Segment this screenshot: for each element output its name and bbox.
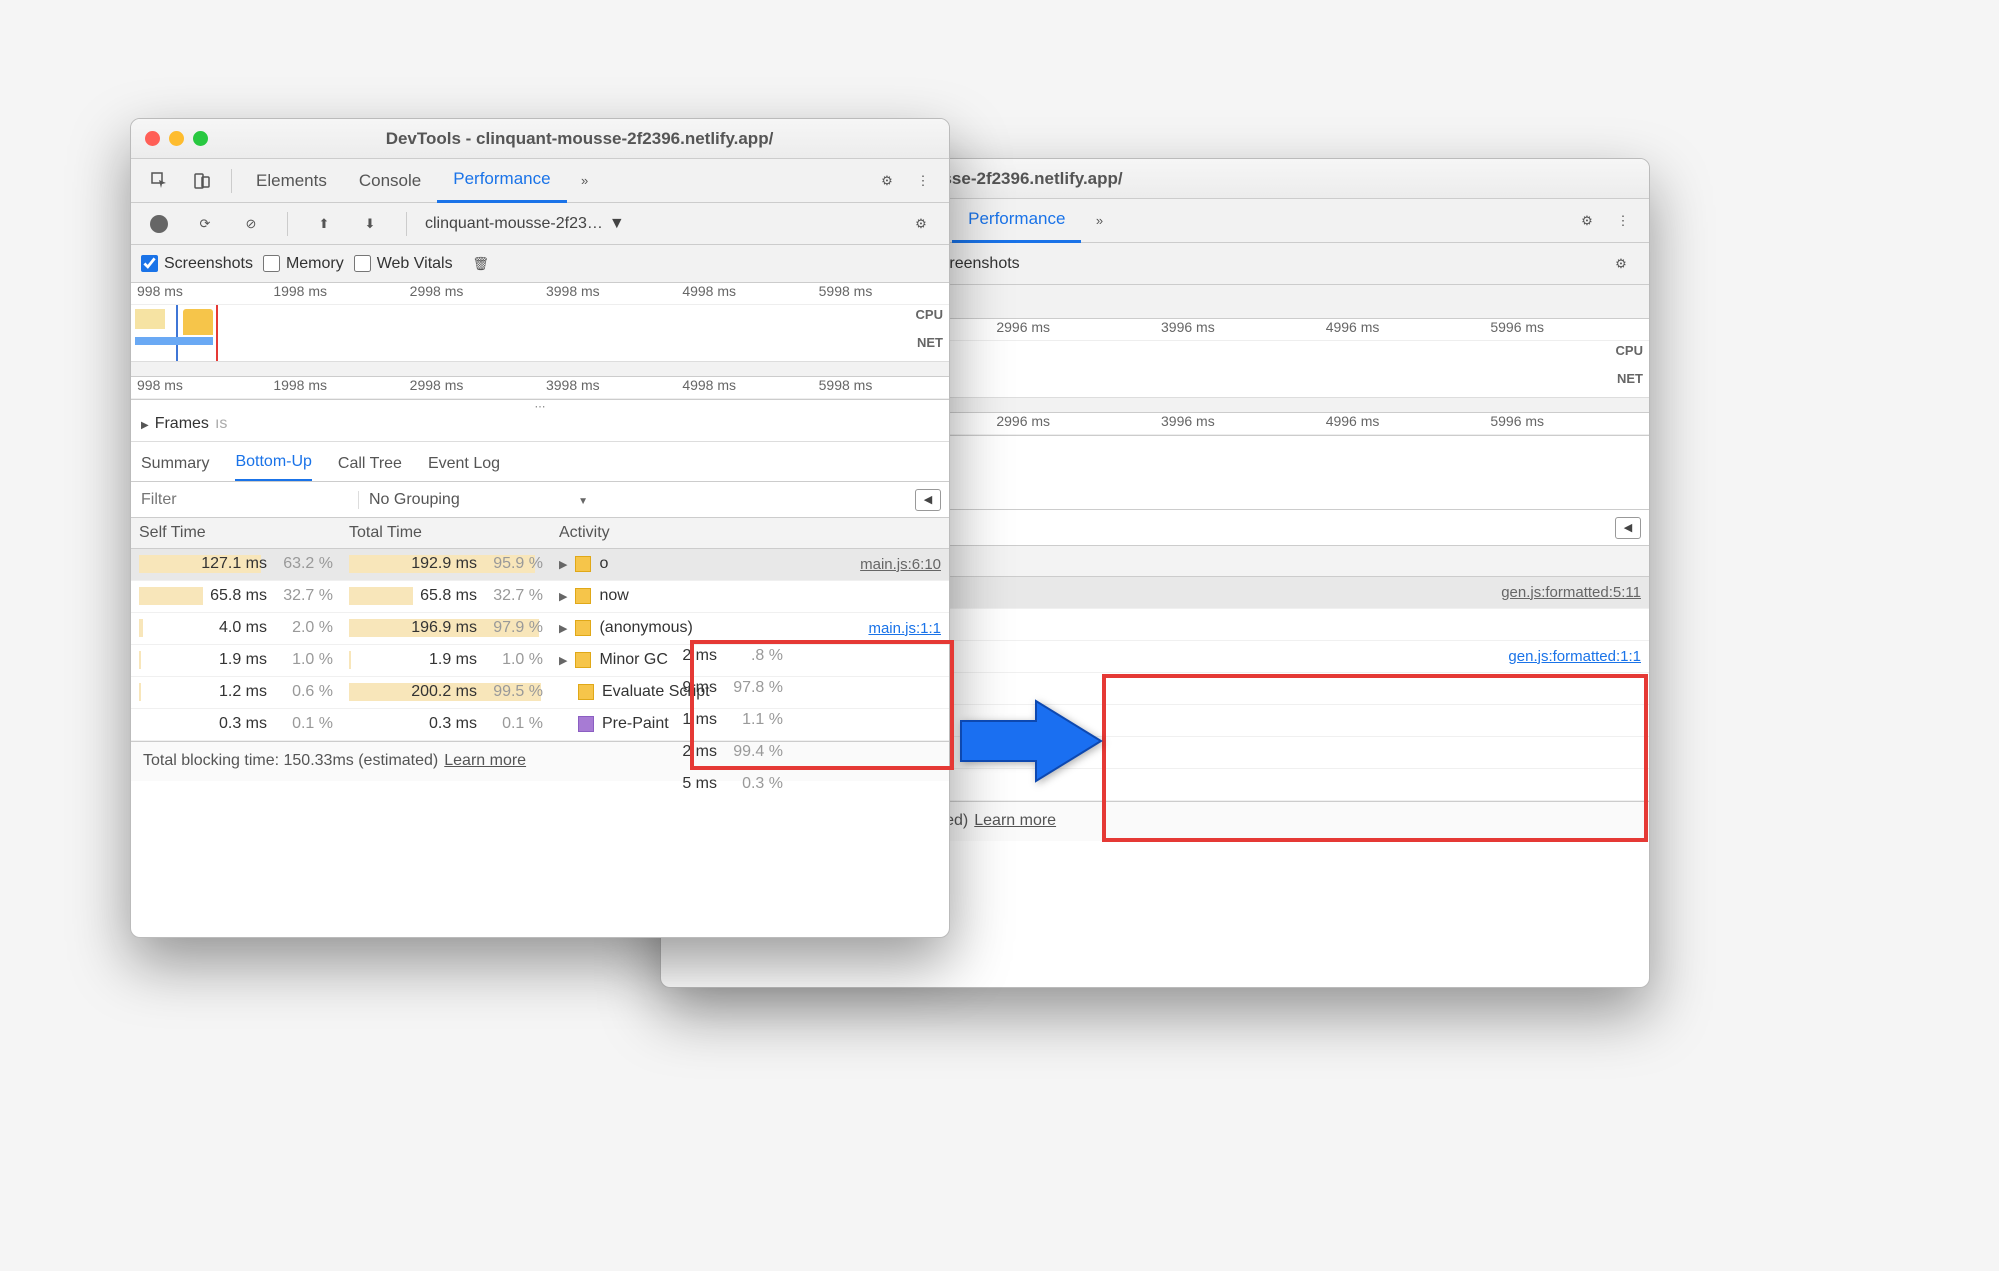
timeline-tick: 998 ms xyxy=(131,377,267,398)
subtab-eventlog[interactable]: Event Log xyxy=(428,455,500,481)
col-total-time[interactable]: Total Time xyxy=(341,518,551,548)
timeline-tick: 5996 ms xyxy=(1484,319,1649,340)
filter-row-a: No Grouping ◀ xyxy=(131,482,949,518)
script-icon xyxy=(578,684,594,700)
gear-icon[interactable]: ⚙ xyxy=(1607,250,1635,278)
activity-name: o xyxy=(599,555,608,573)
reload-icon[interactable]: ⟳ xyxy=(191,210,219,238)
table-row[interactable]: 127.1 ms63.2 %192.9 ms95.9 %▶omain.js:6:… xyxy=(131,548,949,580)
table-row[interactable]: 4.0 ms2.0 %196.9 ms97.9 %▶(anonymous)mai… xyxy=(131,612,949,644)
chevron-right-icon[interactable]: ▶ xyxy=(559,622,567,635)
subtab-summary[interactable]: Summary xyxy=(141,455,209,481)
upload-icon[interactable]: ⬆ xyxy=(310,210,338,238)
timeline-tick: 4998 ms xyxy=(676,283,812,304)
collapse-icon[interactable]: ◀ xyxy=(915,489,941,511)
learn-more-link-b[interactable]: Learn more xyxy=(974,812,1056,830)
tabbar-a: Elements Console Performance » ⚙ ⋮ xyxy=(131,159,949,203)
source-link[interactable]: main.js:6:10 xyxy=(860,556,941,573)
chevron-right-icon[interactable]: ▶ xyxy=(559,590,567,603)
table-row[interactable]: 65.8 ms32.7 %65.8 ms32.7 %▶now xyxy=(131,580,949,612)
col-activity[interactable]: Activity xyxy=(551,518,949,548)
timeline-tick: 2996 ms xyxy=(990,319,1155,340)
inspect-icon[interactable] xyxy=(143,167,177,195)
source-link[interactable]: gen.js:formatted:5:11 xyxy=(1501,584,1641,601)
close-window-icon[interactable] xyxy=(145,131,160,146)
timeline-tick: 3998 ms xyxy=(540,377,676,398)
col-self-time[interactable]: Self Time xyxy=(131,518,341,548)
script-icon xyxy=(575,652,591,668)
timeline-a[interactable]: 998 ms1998 ms2998 ms3998 ms4998 ms5998 m… xyxy=(131,283,949,400)
table-row[interactable]: 1.9 ms1.0 %1.9 ms1.0 %▶Minor GC xyxy=(131,644,949,676)
tab-console[interactable]: Console xyxy=(343,159,437,203)
url-select-a[interactable]: clinquant-mousse-2f23…▼ xyxy=(425,215,625,233)
webvitals-check[interactable]: Web Vitals xyxy=(354,255,453,273)
traffic-lights xyxy=(145,131,208,146)
chevron-right-icon[interactable]: ▶ xyxy=(559,654,567,667)
timeline-tick: 2996 ms xyxy=(990,413,1155,434)
timeline-tick: 2998 ms xyxy=(404,377,540,398)
more-tabs-icon[interactable]: » xyxy=(1085,207,1113,235)
activity-table-a: Self Time Total Time Activity 127.1 ms63… xyxy=(131,518,949,741)
timeline-tick: 4998 ms xyxy=(676,377,812,398)
filter-input[interactable] xyxy=(131,483,358,517)
activity-name: Minor GC xyxy=(599,651,667,669)
paint-icon xyxy=(578,716,594,732)
subtab-calltree[interactable]: Call Tree xyxy=(338,455,402,481)
checkbox-row: Screenshots Memory Web Vitals 🗑 xyxy=(131,245,949,283)
download-icon[interactable]: ⬇ xyxy=(356,210,384,238)
timeline-tick: 3996 ms xyxy=(1155,413,1320,434)
timeline-tick: 4996 ms xyxy=(1320,413,1485,434)
source-link[interactable]: gen.js:formatted:1:1 xyxy=(1508,648,1641,665)
trash-icon[interactable]: 🗑 xyxy=(467,250,495,278)
toolbar-a: ⟳ ⊘ ⬆ ⬇ clinquant-mousse-2f23…▼ ⚙ xyxy=(131,203,949,245)
script-icon xyxy=(575,556,591,572)
kebab-icon[interactable]: ⋮ xyxy=(909,167,937,195)
source-link[interactable]: main.js:1:1 xyxy=(868,620,941,637)
maximize-window-icon[interactable] xyxy=(193,131,208,146)
learn-more-link[interactable]: Learn more xyxy=(444,752,526,770)
arrow-icon xyxy=(956,696,1106,789)
activity-name: now xyxy=(599,587,628,605)
screenshots-check[interactable]: Screenshots xyxy=(141,255,253,273)
timeline-tick: 5996 ms xyxy=(1484,413,1649,434)
timeline-tick: 1998 ms xyxy=(267,377,403,398)
footer-a: Total blocking time: 150.33ms (estimated… xyxy=(131,741,949,781)
activity-name: Pre-Paint xyxy=(602,715,669,733)
collapse-icon[interactable]: ◀ xyxy=(1615,517,1641,539)
timeline-tick: 5998 ms xyxy=(813,283,949,304)
subtabs-a: Summary Bottom-Up Call Tree Event Log xyxy=(131,442,949,482)
script-icon xyxy=(575,588,591,604)
window-title-a: DevTools - clinquant-mousse-2f2396.netli… xyxy=(224,129,935,149)
grouping-select[interactable]: No Grouping xyxy=(358,491,598,509)
minimize-window-icon[interactable] xyxy=(169,131,184,146)
timeline-tick: 998 ms xyxy=(131,283,267,304)
gear-icon[interactable]: ⚙ xyxy=(873,167,901,195)
timeline-tick: 3998 ms xyxy=(540,283,676,304)
script-icon xyxy=(575,620,591,636)
memory-check[interactable]: Memory xyxy=(263,255,344,273)
gear-icon[interactable]: ⚙ xyxy=(907,210,935,238)
record-icon[interactable] xyxy=(145,210,173,238)
device-icon[interactable] xyxy=(185,167,219,195)
table-row[interactable]: 1.2 ms0.6 %200.2 ms99.5 %Evaluate Script xyxy=(131,676,949,708)
subtab-bottomup[interactable]: Bottom-Up xyxy=(235,453,311,481)
activity-name: (anonymous) xyxy=(599,619,692,637)
more-tabs-icon[interactable]: » xyxy=(571,167,599,195)
clear-icon[interactable]: ⊘ xyxy=(237,210,265,238)
tab-elements[interactable]: Elements xyxy=(240,159,343,203)
timeline-tick: 5998 ms xyxy=(813,377,949,398)
timeline-tick: 4996 ms xyxy=(1320,319,1485,340)
timeline-tick: 1998 ms xyxy=(267,283,403,304)
titlebar-a: DevTools - clinquant-mousse-2f2396.netli… xyxy=(131,119,949,159)
timeline-tick: 3996 ms xyxy=(1155,319,1320,340)
chevron-right-icon[interactable]: ▶ xyxy=(559,558,567,571)
tab-performance-b[interactable]: Performance xyxy=(952,199,1081,243)
table-row[interactable]: 0.3 ms0.1 %0.3 ms0.1 %Pre-Paint xyxy=(131,708,949,740)
timeline-tick: 2998 ms xyxy=(404,283,540,304)
kebab-icon[interactable]: ⋮ xyxy=(1609,207,1637,235)
tab-performance[interactable]: Performance xyxy=(437,159,566,203)
gear-icon[interactable]: ⚙ xyxy=(1573,207,1601,235)
